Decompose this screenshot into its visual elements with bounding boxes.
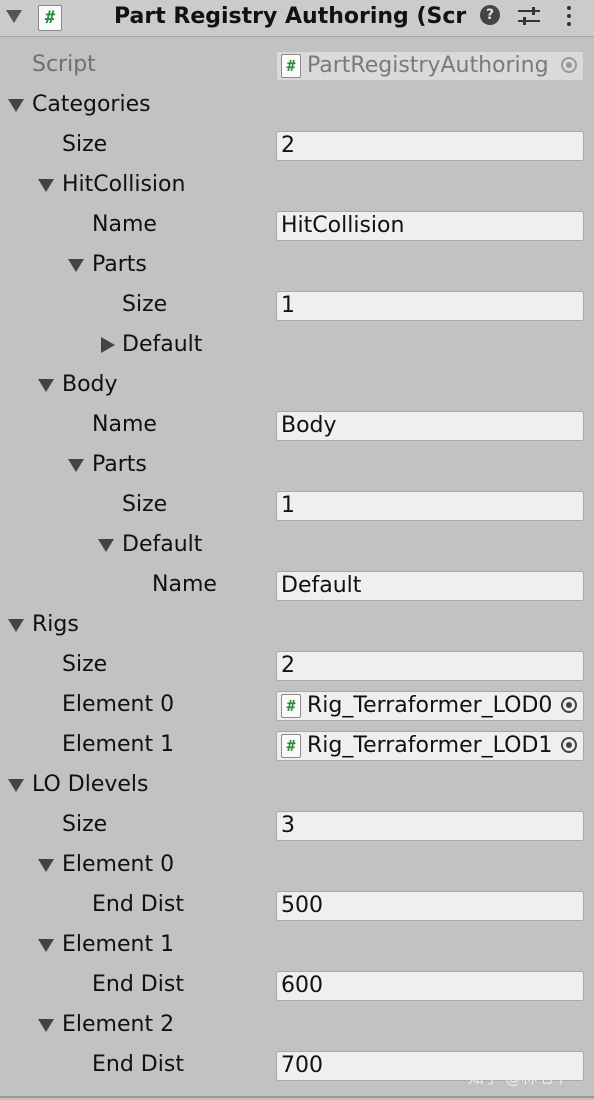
rigs-foldout[interactable]: Rigs xyxy=(0,605,594,645)
hitcollision-parts-foldout[interactable]: Parts xyxy=(0,245,594,285)
component-title: Part Registry Authoring (Scrip xyxy=(114,4,468,29)
element-label: Element 0 xyxy=(62,852,175,877)
fold-open-icon[interactable] xyxy=(68,259,84,272)
lodlevels-foldout[interactable]: LO Dlevels xyxy=(0,765,594,805)
element-label: Element 1 xyxy=(62,932,175,957)
lod-element1-dist-input[interactable]: 600 xyxy=(276,971,584,1001)
watermark: 知乎 @林七千 xyxy=(468,1068,570,1087)
lodlevels-size-row: Size 3 xyxy=(0,805,594,845)
body-name-row: Name Body xyxy=(0,405,594,445)
hitcollision-default-foldout[interactable]: Default xyxy=(0,325,594,365)
categories-foldout[interactable]: Categories xyxy=(0,85,594,125)
categories-size-row: Size 2 xyxy=(0,125,594,165)
script-hash-icon: # xyxy=(281,54,301,78)
fold-open-icon[interactable] xyxy=(8,779,24,792)
object-picker-icon xyxy=(561,57,577,73)
body-name-input[interactable]: Body xyxy=(276,411,584,441)
settings-sliders-icon[interactable] xyxy=(518,6,540,26)
rigs-size-row: Size 2 xyxy=(0,645,594,685)
script-label: Script xyxy=(32,52,96,77)
divider xyxy=(0,1096,594,1098)
script-hash-icon: # xyxy=(281,734,301,758)
body-parts-size-input[interactable]: 1 xyxy=(276,491,584,521)
fold-open-icon[interactable] xyxy=(8,619,24,632)
rigs-element0-row: Element 0 # Rig_Terraformer_LOD0 xyxy=(0,685,594,725)
size-label: Size xyxy=(122,292,168,317)
element-label: Element 1 xyxy=(62,732,175,757)
rigs-label: Rigs xyxy=(32,612,79,637)
lodlevels-size-input[interactable]: 3 xyxy=(276,811,584,841)
end-dist-label: End Dist xyxy=(92,892,184,917)
script-field: # PartRegistryAuthoring xyxy=(276,51,584,81)
help-icon[interactable]: ? xyxy=(480,5,500,25)
categories-size-input[interactable]: 2 xyxy=(276,131,584,161)
inspector-header: # Part Registry Authoring (Scrip ? xyxy=(0,0,594,37)
fold-open-icon[interactable] xyxy=(38,379,54,392)
default-label: Default xyxy=(122,332,203,357)
fold-open-icon[interactable] xyxy=(38,1019,54,1032)
object-picker-icon[interactable] xyxy=(561,737,577,753)
size-label: Size xyxy=(122,492,168,517)
script-hash-icon: # xyxy=(38,5,62,31)
end-dist-label: End Dist xyxy=(92,1052,184,1077)
name-label: Name xyxy=(152,572,217,597)
fold-open-icon[interactable] xyxy=(68,459,84,472)
body-default-name-row: Name Default xyxy=(0,565,594,605)
fold-open-icon[interactable] xyxy=(8,99,24,112)
rigs-size-input[interactable]: 2 xyxy=(276,651,584,681)
size-label: Size xyxy=(62,812,108,837)
lod-element1-dist-row: End Dist 600 xyxy=(0,965,594,1005)
size-label: Size xyxy=(62,652,108,677)
hitcollision-parts-size-row: Size 1 xyxy=(0,285,594,325)
object-picker-icon[interactable] xyxy=(561,697,577,713)
parts-label: Parts xyxy=(92,252,147,277)
element-label: Element 2 xyxy=(62,1012,175,1037)
component-fold-icon[interactable] xyxy=(6,10,22,23)
hitcollision-foldout[interactable]: HitCollision xyxy=(0,165,594,205)
lodlevels-label: LO Dlevels xyxy=(32,772,149,797)
body-default-name-input[interactable]: Default xyxy=(276,571,584,601)
body-foldout[interactable]: Body xyxy=(0,365,594,405)
hitcollision-name-input[interactable]: HitCollision xyxy=(276,211,584,241)
hitcollision-name-row: Name HitCollision xyxy=(0,205,594,245)
end-dist-label: End Dist xyxy=(92,972,184,997)
fold-open-icon[interactable] xyxy=(98,539,114,552)
fold-open-icon[interactable] xyxy=(38,859,54,872)
body-parts-size-row: Size 1 xyxy=(0,485,594,525)
default-label: Default xyxy=(122,532,203,557)
element-label: Element 0 xyxy=(62,692,175,717)
name-label: Name xyxy=(92,212,157,237)
size-label: Size xyxy=(62,132,108,157)
fold-open-icon[interactable] xyxy=(38,179,54,192)
body-parts-foldout[interactable]: Parts xyxy=(0,445,594,485)
lod-element1-foldout[interactable]: Element 1 xyxy=(0,925,594,965)
parts-label: Parts xyxy=(92,452,147,477)
fold-closed-icon[interactable] xyxy=(101,337,115,353)
lod-element0-dist-input[interactable]: 500 xyxy=(276,891,584,921)
script-row: Script # PartRegistryAuthoring xyxy=(0,45,594,85)
lod-element0-foldout[interactable]: Element 0 xyxy=(0,845,594,885)
script-hash-icon: # xyxy=(281,694,301,718)
body-label: Body xyxy=(62,372,118,397)
rig-element0-field[interactable]: # Rig_Terraformer_LOD0 xyxy=(276,691,584,721)
body-default-foldout[interactable]: Default xyxy=(0,525,594,565)
fold-open-icon[interactable] xyxy=(38,939,54,952)
rig-element1-field[interactable]: # Rig_Terraformer_LOD1 xyxy=(276,731,584,761)
more-menu-icon[interactable] xyxy=(566,6,572,28)
categories-label: Categories xyxy=(32,92,151,117)
rigs-element1-row: Element 1 # Rig_Terraformer_LOD1 xyxy=(0,725,594,765)
lod-element0-dist-row: End Dist 500 xyxy=(0,885,594,925)
hitcollision-label: HitCollision xyxy=(62,172,186,197)
name-label: Name xyxy=(92,412,157,437)
hitcollision-parts-size-input[interactable]: 1 xyxy=(276,291,584,321)
lod-element2-foldout[interactable]: Element 2 xyxy=(0,1005,594,1045)
